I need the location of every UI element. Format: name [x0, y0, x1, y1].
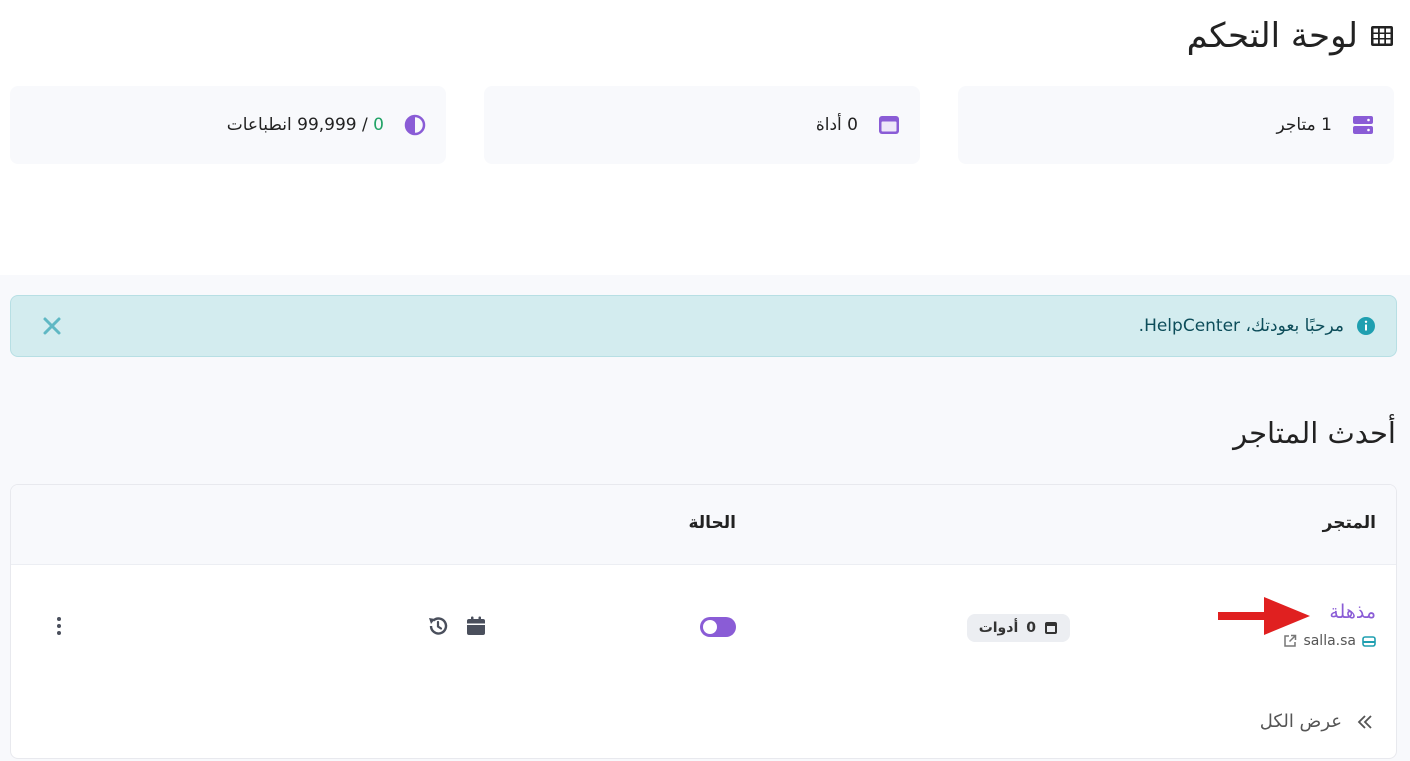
stat-card-impressions: 0 / 99,999 انطباعات [10, 86, 446, 164]
double-chevron-left-icon [1357, 714, 1372, 729]
stat-impressions-label: انطباعات [226, 115, 292, 135]
calendar-icon[interactable] [465, 615, 487, 637]
view-all-link[interactable]: عرض الكل [1260, 711, 1374, 732]
welcome-alert: مرحبًا بعودتك، HelpCenter. [10, 295, 1397, 357]
column-header-status: الحالة [688, 513, 736, 533]
stat-tools-count: 0 [847, 115, 858, 135]
stat-impressions-separator: / [356, 115, 374, 135]
external-link-icon[interactable] [1283, 634, 1297, 648]
dashboard-header-area: لوحة التحكم 1 متاجر 0 أداة 0 / 99,999 ان… [0, 0, 1410, 275]
stat-impressions-limit: 99,999 [297, 115, 357, 135]
alert-message: مرحبًا بعودتك، HelpCenter. [1138, 316, 1344, 336]
tools-badge-label: أدوات [978, 620, 1019, 636]
stat-impressions-text: 0 / 99,999 انطباعات [227, 115, 384, 135]
kebab-menu-icon[interactable] [51, 615, 67, 637]
store-domain[interactable]: salla.sa [1283, 633, 1376, 649]
store-status-toggle[interactable] [700, 617, 736, 637]
store-name-link[interactable]: مذهلة [1329, 601, 1376, 623]
stat-stores-text: 1 متاجر [1276, 115, 1332, 135]
window-icon [878, 114, 900, 136]
stat-tools-label: أداة [815, 115, 842, 135]
stat-card-stores: 1 متاجر [958, 86, 1394, 164]
stat-impressions-used: 0 [373, 115, 384, 135]
view-all-label[interactable]: عرض الكل [1260, 711, 1342, 732]
tools-badge-count: 0 [1026, 620, 1036, 636]
store-icon [1362, 636, 1376, 647]
page-title: لوحة التحكم [1186, 16, 1358, 56]
store-domain-text[interactable]: salla.sa [1303, 633, 1356, 649]
table-grid-icon [1371, 26, 1393, 46]
close-icon[interactable] [41, 315, 63, 337]
latest-stores-title: أحدث المتاجر [1233, 416, 1396, 450]
stat-card-tools: 0 أداة [484, 86, 920, 164]
table-row: مذهلة salla.sa 0 أدوات [11, 565, 1396, 693]
column-header-store: المتجر [1322, 513, 1376, 533]
table-header: المتجر الحالة [11, 485, 1396, 565]
latest-stores-table: المتجر الحالة مذهلة salla.sa 0 أدوات عرض… [10, 484, 1397, 759]
server-icon [1352, 114, 1374, 136]
stat-stores-count: 1 [1321, 115, 1332, 135]
stat-stores-label: متاجر [1276, 115, 1316, 135]
window-icon [1045, 622, 1057, 634]
page-header: لوحة التحكم [1187, 14, 1394, 58]
toggle-knob [703, 620, 717, 634]
half-circle-icon [404, 114, 426, 136]
tools-badge: 0 أدوات [966, 614, 1070, 642]
stat-tools-text: 0 أداة [816, 115, 858, 135]
info-circle-icon [1357, 317, 1375, 335]
history-icon[interactable] [427, 615, 449, 637]
